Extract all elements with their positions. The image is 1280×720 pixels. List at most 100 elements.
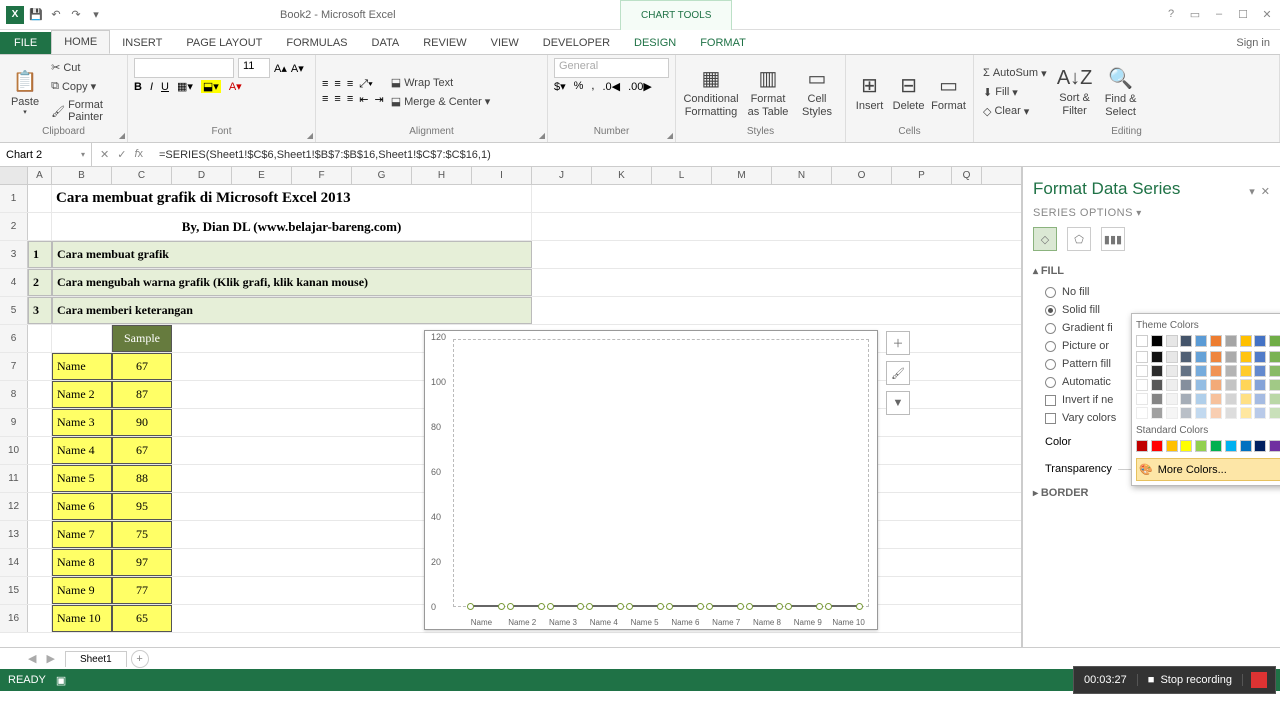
data-name-cell[interactable]: Name 10 <box>52 605 112 632</box>
color-swatch[interactable] <box>1240 335 1252 347</box>
decrease-decimal-icon[interactable]: .00▶ <box>628 80 652 93</box>
tab-developer[interactable]: DEVELOPER <box>531 32 622 54</box>
tab-design[interactable]: DESIGN <box>622 32 688 54</box>
row-header[interactable]: 11 <box>0 465 28 492</box>
list-item[interactable]: Cara membuat grafik <box>52 241 532 268</box>
col-header[interactable]: J <box>532 167 592 184</box>
help-icon[interactable]: ? <box>1162 8 1180 21</box>
row-header[interactable]: 2 <box>0 213 28 240</box>
color-swatch[interactable] <box>1195 379 1207 391</box>
cut-button[interactable]: ✂ Cut <box>48 59 121 76</box>
align-left-icon[interactable]: ≡ <box>322 93 328 106</box>
col-header[interactable]: C <box>112 167 172 184</box>
fill-button[interactable]: ⬇ Fill ▾ <box>980 84 1050 101</box>
cancel-formula-icon[interactable]: ✕ <box>100 148 109 161</box>
format-painter-button[interactable]: 🖌 Format Painter <box>48 97 121 125</box>
color-swatch[interactable] <box>1269 393 1280 405</box>
tab-view[interactable]: VIEW <box>479 32 531 54</box>
color-swatch[interactable] <box>1151 379 1163 391</box>
enter-formula-icon[interactable]: ✓ <box>117 148 126 161</box>
color-swatch[interactable] <box>1225 379 1237 391</box>
color-swatch[interactable] <box>1180 379 1192 391</box>
col-header[interactable]: H <box>412 167 472 184</box>
color-swatch[interactable] <box>1166 365 1178 377</box>
row-header[interactable]: 8 <box>0 381 28 408</box>
decrease-indent-icon[interactable]: ⇤ <box>359 93 368 106</box>
data-value-cell[interactable]: 95 <box>112 493 172 520</box>
tab-file[interactable]: FILE <box>0 32 51 54</box>
align-bottom-icon[interactable]: ≡ <box>347 78 353 91</box>
data-value-cell[interactable]: 67 <box>112 437 172 464</box>
color-swatch[interactable] <box>1225 407 1237 419</box>
color-swatch[interactable] <box>1210 407 1222 419</box>
col-header[interactable]: P <box>892 167 952 184</box>
color-swatch[interactable] <box>1180 393 1192 405</box>
dialog-launcher-icon[interactable]: ◢ <box>667 131 673 140</box>
color-swatch[interactable] <box>1180 335 1192 347</box>
percent-icon[interactable]: % <box>574 80 584 93</box>
fill-color-button[interactable]: ⬓▾ <box>201 80 221 93</box>
format-cells-button[interactable]: ▭Format <box>930 60 967 124</box>
color-swatch[interactable] <box>1151 351 1163 363</box>
more-colors-button[interactable]: 🎨More Colors... <box>1136 458 1280 481</box>
row-header[interactable]: 7 <box>0 353 28 380</box>
no-fill-radio[interactable]: No fill <box>1033 283 1270 301</box>
color-swatch[interactable] <box>1254 440 1266 452</box>
col-header[interactable]: I <box>472 167 532 184</box>
worksheet-grid[interactable]: 1 Cara membuat grafik di Microsoft Excel … <box>0 185 1021 647</box>
cell[interactable]: 1 <box>28 241 52 268</box>
cell[interactable] <box>52 325 112 352</box>
qat-dropdown-icon[interactable]: ▾ <box>88 7 104 23</box>
row-header[interactable]: 4 <box>0 269 28 296</box>
color-swatch[interactable] <box>1269 440 1280 452</box>
row-header[interactable]: 9 <box>0 409 28 436</box>
comma-icon[interactable]: , <box>591 80 594 93</box>
dialog-launcher-icon[interactable]: ◢ <box>539 131 545 140</box>
color-swatch[interactable] <box>1210 440 1222 452</box>
color-swatch[interactable] <box>1180 351 1192 363</box>
col-header[interactable]: N <box>772 167 832 184</box>
tab-home[interactable]: HOME <box>51 30 110 54</box>
row-header[interactable]: 13 <box>0 521 28 548</box>
macro-record-icon[interactable]: ▣ <box>56 674 66 687</box>
col-header[interactable]: G <box>352 167 412 184</box>
color-swatch[interactable] <box>1136 379 1148 391</box>
italic-button[interactable]: I <box>150 81 153 93</box>
list-item[interactable]: Cara mengubah warna grafik (Klik grafi, … <box>52 269 532 296</box>
color-swatch[interactable] <box>1180 407 1192 419</box>
color-swatch[interactable] <box>1269 351 1280 363</box>
cell[interactable] <box>28 213 52 240</box>
cell[interactable] <box>28 465 52 492</box>
row-header[interactable]: 3 <box>0 241 28 268</box>
chart-filter-button[interactable]: ▼ <box>886 391 910 415</box>
color-swatch[interactable] <box>1136 393 1148 405</box>
doc-title[interactable]: Cara membuat grafik di Microsoft Excel 2… <box>52 185 532 212</box>
undo-icon[interactable]: ↶ <box>48 7 64 23</box>
color-swatch[interactable] <box>1195 393 1207 405</box>
color-swatch[interactable] <box>1195 351 1207 363</box>
row-header[interactable]: 6 <box>0 325 28 352</box>
dialog-launcher-icon[interactable]: ◢ <box>119 131 125 140</box>
dialog-launcher-icon[interactable]: ◢ <box>307 131 313 140</box>
add-sheet-button[interactable]: + <box>131 650 149 668</box>
data-value-cell[interactable]: 90 <box>112 409 172 436</box>
sort-filter-button[interactable]: A↓ZSort & Filter <box>1054 60 1096 124</box>
color-swatch[interactable] <box>1195 407 1207 419</box>
data-name-cell[interactable]: Name <box>52 353 112 380</box>
sheet-nav-next-icon[interactable]: ▶ <box>46 652 54 665</box>
color-swatch[interactable] <box>1210 379 1222 391</box>
color-swatch[interactable] <box>1269 335 1280 347</box>
color-swatch[interactable] <box>1136 365 1148 377</box>
cell[interactable] <box>28 381 52 408</box>
color-swatch[interactable] <box>1166 379 1178 391</box>
cell-styles-button[interactable]: ▭Cell Styles <box>796 60 838 124</box>
row-header[interactable]: 5 <box>0 297 28 324</box>
color-swatch[interactable] <box>1254 335 1266 347</box>
color-swatch[interactable] <box>1240 351 1252 363</box>
currency-icon[interactable]: $▾ <box>554 80 566 93</box>
cell[interactable]: 2 <box>28 269 52 296</box>
col-header[interactable]: Q <box>952 167 982 184</box>
color-swatch[interactable] <box>1210 365 1222 377</box>
select-all-corner[interactable] <box>0 167 28 184</box>
color-swatch[interactable] <box>1240 407 1252 419</box>
